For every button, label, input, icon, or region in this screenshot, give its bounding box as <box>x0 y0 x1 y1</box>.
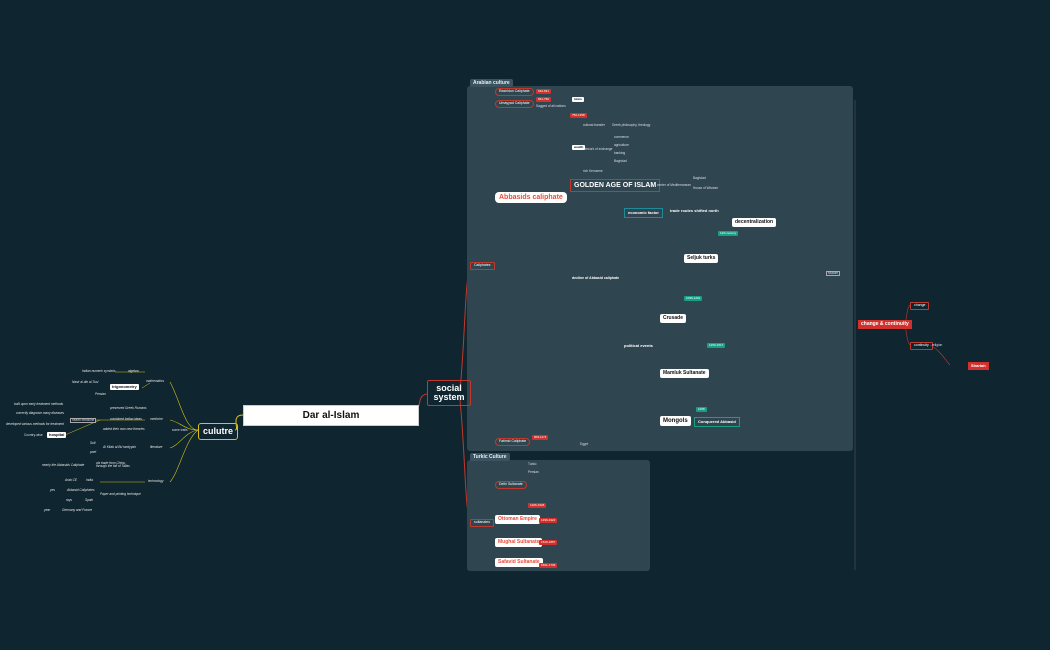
arabian-culture-panel <box>467 86 853 451</box>
year-label: year <box>44 508 51 512</box>
conquered-abbasid: Conquered Abbasid <box>694 417 740 427</box>
abbasid-detail-3: network of exchange <box>583 147 613 151</box>
rashidun-node[interactable]: Rashidun Caliphate <box>495 88 534 96</box>
health-note-1: built upon early treatment methods <box>14 402 64 406</box>
abbasid-detail-5: agriculture <box>614 143 629 147</box>
umayyad-node[interactable]: Umayyad Caliphate <box>495 100 534 108</box>
change-continuity-node[interactable]: change & continuity <box>858 320 912 329</box>
india-label: India <box>86 478 93 482</box>
health-note-2: correctly diagnose many diseases <box>16 411 65 415</box>
delhi-node[interactable]: Delhi Sultanate <box>495 481 527 489</box>
seljuk-node[interactable]: Seljuk turks <box>684 254 719 263</box>
trigonometry-node[interactable]: trigonometry <box>110 384 139 390</box>
poet-label: poet <box>90 450 97 454</box>
political-events[interactable]: political events <box>624 344 653 348</box>
fatimid-node[interactable]: Fatimid Caliphate <box>495 438 531 446</box>
umayyad-date: 661-750 <box>536 97 552 102</box>
arabian-culture-title: Arabian culture <box>470 79 513 87</box>
golden-note: center of Mediterranean <box>657 183 691 187</box>
medicine-note-3: added their own new theories <box>103 427 145 431</box>
tech-note-1: via trade from China, through the fall o… <box>96 461 130 469</box>
mughal-date: 1526-1857 <box>539 540 558 545</box>
mongols-year: 1258 <box>696 407 707 412</box>
culture-branch[interactable]: culutre <box>198 423 239 440</box>
golden-note-2: Baghdad <box>693 176 706 180</box>
delhi-date: 1206-1526 <box>528 503 547 508</box>
decline-node[interactable]: decline of Abbasid caliphate <box>572 276 619 281</box>
ottoman-node[interactable]: Ottoman Empire <box>495 515 540 524</box>
persian-turkic: Persian <box>528 470 539 474</box>
abbasids-date: 750-1258 <box>570 113 587 118</box>
medicine-note-1: preserved Greek Romans <box>110 406 147 410</box>
abbasid-detail-7: Baghdad <box>614 159 627 163</box>
algebra-note: Indian numeric symbols <box>82 369 116 373</box>
ottoman-date: 1299-1922 <box>539 518 558 523</box>
crusade-date: 1095-1291 <box>684 296 703 301</box>
abbasid-box: wealth <box>572 145 586 150</box>
abbasid-detail-1: cultural transfer <box>583 123 605 127</box>
hospital-node[interactable]: hospital <box>47 432 67 438</box>
mind-map-canvas: Arabian culture Turkic Culture Dar al-Is… <box>0 0 1050 650</box>
sultanates-node[interactable]: sultanates <box>470 519 494 527</box>
rays-label: rays <box>66 498 73 502</box>
mamluk-date: 1250-1517 <box>707 343 726 348</box>
germany-france: Germany and France <box>62 508 93 512</box>
shariah-node[interactable]: Shariah <box>968 362 989 370</box>
trig-note: Nasir al-din al-Tusi <box>72 380 99 384</box>
social-system-branch[interactable]: social system <box>427 380 471 406</box>
central-topic[interactable]: Dar al-Islam <box>243 405 419 426</box>
change-node[interactable]: change <box>910 302 930 310</box>
islam-node: Islam <box>572 97 584 102</box>
tech-note-1b: nearly the Abbasids Caliphate <box>42 463 85 467</box>
abbasid-detail-4: commerce <box>614 135 629 139</box>
yes-label: yes <box>50 488 55 492</box>
spain-label: Spain <box>85 498 94 502</box>
golden-note-3: House of Wisdom <box>693 186 719 190</box>
abbasid-caliphates: Abbasid Caliphates <box>67 488 95 492</box>
crusade-node[interactable]: Crusade <box>660 314 687 323</box>
caliphates-node[interactable]: Caliphates <box>470 262 495 270</box>
economic-factor[interactable]: economic factor <box>624 208 663 218</box>
culture-connector: some traits <box>172 428 188 432</box>
literature-note: Al Kitab al-Bu'ramiyyah <box>103 445 136 449</box>
abbasids-node[interactable]: Abbasids caliphate <box>495 192 567 203</box>
turkic-label: Turkic <box>528 462 537 466</box>
arab-ce-label: Arab CE <box>65 478 78 482</box>
seljuk-date: 11th century <box>718 231 739 236</box>
trade-routes: trade routes shifted north <box>670 208 719 213</box>
fatimid-date: 909-1171 <box>532 435 549 440</box>
safavid-date: 1501-1736 <box>539 563 558 568</box>
fatimid-egypt: Egypt <box>580 442 589 446</box>
rashidun-date: 632-661 <box>536 89 552 94</box>
decentralization-node[interactable]: decentralization <box>732 218 777 227</box>
technology-label[interactable]: technology <box>148 479 163 483</box>
medicine-note-2: combined Indian ideas <box>110 417 142 421</box>
turkic-culture-title: Turkic Culture <box>470 453 510 461</box>
muslim-note: Muslim <box>826 271 841 277</box>
medicine-label[interactable]: medicine <box>150 417 163 421</box>
abbasid-detail-6: banking <box>614 151 626 155</box>
health-medicine: health medicine <box>70 418 97 424</box>
golden-age-node[interactable]: GOLDEN AGE OF ISLAM <box>570 179 661 192</box>
mughal-node[interactable]: Mughal Sultanate <box>495 538 543 547</box>
abbasid-detail-2: Greek philosophy, theology <box>612 123 651 127</box>
mongols-node[interactable]: Mongols <box>660 416 691 426</box>
umayyad-note: Sagged of all nations <box>536 104 566 108</box>
continuity-node[interactable]: continuity <box>910 342 933 350</box>
abbasid-detail-8: rich Kerosene <box>583 169 603 173</box>
algebra-label: algebra <box>128 369 139 373</box>
country-wise: Country-wise <box>24 433 43 437</box>
literature-label[interactable]: literature <box>150 445 162 449</box>
health-note-3: developed various methods for treatment <box>6 422 64 426</box>
mamluk-node[interactable]: Mamluk Sultanate <box>660 369 709 378</box>
paper-printing: Paper and printing technique <box>100 492 141 496</box>
sufi-label: Sufi <box>90 441 96 445</box>
religion-label: religion <box>932 343 943 347</box>
persian-label: Persian <box>95 392 106 396</box>
safavid-node[interactable]: Safavid Sultanate <box>495 558 543 567</box>
math-label[interactable]: mathematics <box>146 379 164 383</box>
